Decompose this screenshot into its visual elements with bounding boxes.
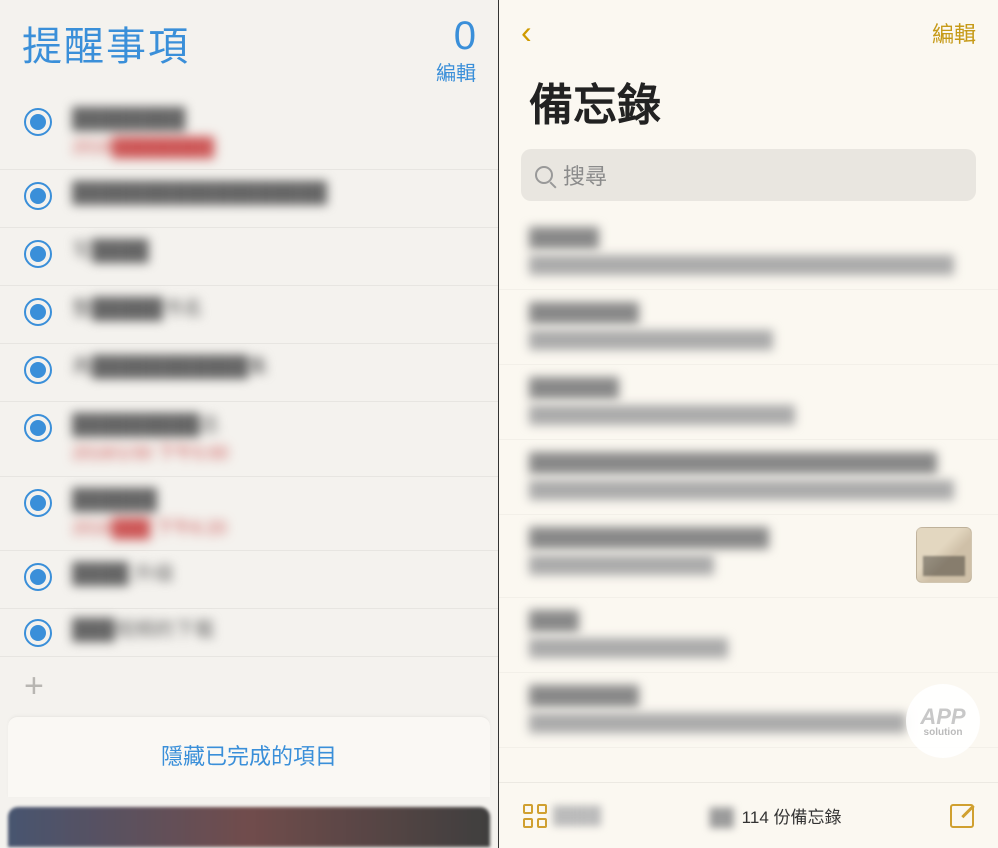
hide-completed-card: 隱藏已完成的項目 bbox=[8, 716, 490, 797]
note-title bbox=[529, 227, 599, 249]
note-thumbnail bbox=[916, 527, 972, 583]
note-preview bbox=[529, 713, 906, 733]
search-field[interactable]: 搜尋 bbox=[521, 149, 976, 201]
reminders-header: 提醒事項 0 編輯 bbox=[0, 0, 498, 92]
reminders-edit-button[interactable]: 編輯 bbox=[436, 57, 476, 86]
reminder-item[interactable]: ████████2018████████ bbox=[0, 96, 498, 170]
note-item[interactable] bbox=[499, 440, 998, 515]
note-title bbox=[529, 527, 769, 549]
reminder-text: ████████2018████████ bbox=[72, 106, 214, 159]
reminder-date: 2018████████ bbox=[72, 135, 214, 159]
gallery-view-icon[interactable] bbox=[523, 804, 547, 828]
note-title bbox=[529, 302, 639, 324]
note-title bbox=[529, 452, 937, 474]
note-title bbox=[529, 685, 639, 707]
back-button[interactable]: ‹ bbox=[521, 14, 532, 51]
note-preview bbox=[529, 480, 954, 500]
note-item[interactable] bbox=[499, 290, 998, 365]
search-placeholder: 搜尋 bbox=[563, 159, 607, 191]
reminder-item[interactable]: █████████总2018/1/30 下午5:00 bbox=[0, 402, 498, 476]
note-preview bbox=[529, 330, 773, 350]
note-preview bbox=[529, 405, 795, 425]
reminder-radio[interactable] bbox=[24, 240, 52, 268]
notes-screen: ‹ 編輯 備忘錄 搜尋 APP solution ████ ██114 份備忘錄 bbox=[499, 0, 998, 848]
reminder-text: 再███████████集 bbox=[72, 354, 268, 381]
notes-list bbox=[499, 201, 998, 748]
reminder-radio[interactable] bbox=[24, 182, 52, 210]
hide-completed-button[interactable]: 隱藏已完成的項目 bbox=[161, 744, 337, 769]
watermark-badge: APP solution bbox=[906, 684, 980, 758]
reminder-date: 2018███ 下午6:20 bbox=[72, 516, 226, 540]
next-card-peek[interactable] bbox=[8, 807, 490, 847]
reminder-date: 2018/1/30 下午5:00 bbox=[72, 441, 228, 465]
reminder-item[interactable]: 再███████████集 bbox=[0, 344, 498, 402]
reminder-radio[interactable] bbox=[24, 108, 52, 136]
search-icon bbox=[535, 166, 553, 184]
reminder-radio[interactable] bbox=[24, 356, 52, 384]
reminder-text: █████████总2018/1/30 下午5:00 bbox=[72, 412, 228, 465]
reminder-item[interactable]: 写████ bbox=[0, 228, 498, 286]
toolbar-left-label: ████ bbox=[553, 806, 601, 826]
reminder-text: ████ 升级 bbox=[72, 561, 174, 588]
notes-edit-button[interactable]: 編輯 bbox=[932, 17, 976, 49]
compose-icon[interactable] bbox=[950, 804, 974, 828]
note-title bbox=[529, 377, 619, 399]
note-preview bbox=[529, 638, 728, 658]
reminder-text: ███视频的下载 bbox=[72, 617, 215, 644]
note-item[interactable] bbox=[499, 598, 998, 673]
notes-toolbar: ████ ██114 份備忘錄 bbox=[499, 782, 998, 848]
reminder-radio[interactable] bbox=[24, 489, 52, 517]
note-preview bbox=[529, 255, 954, 275]
note-title bbox=[529, 610, 579, 632]
reminder-text: 整█████书名 bbox=[72, 296, 203, 323]
reminders-screen: 提醒事項 0 編輯 ████████2018████████ ██████████… bbox=[0, 0, 499, 848]
reminder-text: ██████████████████ bbox=[72, 180, 327, 207]
reminder-item[interactable]: 整█████书名 bbox=[0, 286, 498, 344]
reminders-count: 0 bbox=[436, 14, 476, 59]
reminders-title: 提醒事項 bbox=[22, 14, 190, 72]
reminder-item[interactable]: ████ 升级 bbox=[0, 551, 498, 609]
reminder-radio[interactable] bbox=[24, 563, 52, 591]
note-item[interactable] bbox=[499, 365, 998, 440]
reminder-text: 写████ bbox=[72, 238, 149, 265]
reminders-list: ████████2018████████ ██████████████████ 写█… bbox=[0, 92, 498, 657]
note-item[interactable] bbox=[499, 515, 998, 598]
reminder-item[interactable]: ██████2018███ 下午6:20 bbox=[0, 477, 498, 551]
note-item[interactable] bbox=[499, 215, 998, 290]
reminder-item[interactable]: ███视频的下载 bbox=[0, 609, 498, 657]
reminder-radio[interactable] bbox=[24, 414, 52, 442]
reminder-item[interactable]: ██████████████████ bbox=[0, 170, 498, 228]
reminder-radio[interactable] bbox=[24, 619, 52, 647]
notes-count-label: ██114 份備忘錄 bbox=[710, 803, 842, 828]
reminder-text: ██████2018███ 下午6:20 bbox=[72, 487, 226, 540]
reminder-radio[interactable] bbox=[24, 298, 52, 326]
note-preview bbox=[529, 555, 714, 575]
add-reminder-button[interactable]: + bbox=[0, 657, 498, 716]
notes-title: 備忘錄 bbox=[499, 51, 998, 149]
